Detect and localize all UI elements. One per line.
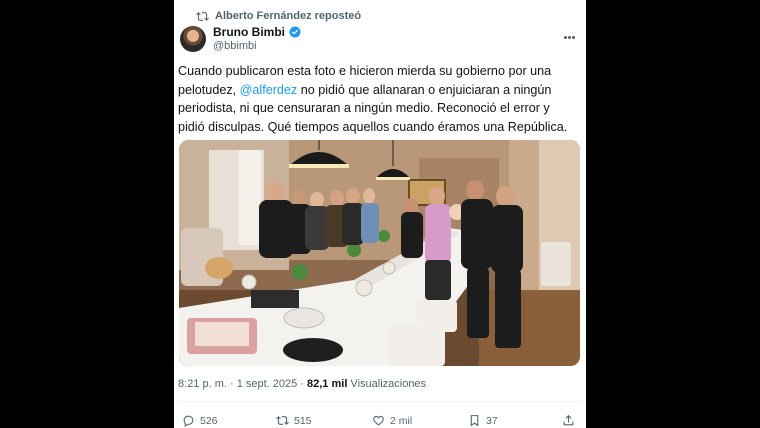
author-name[interactable]: Bruno Bimbi: [213, 25, 285, 39]
reply-count: 526: [200, 414, 218, 427]
photo-illustration: [179, 140, 580, 366]
left-letterbox: [0, 0, 174, 428]
mention-link[interactable]: @alferdez: [240, 83, 298, 97]
avatar[interactable]: [180, 26, 206, 52]
reply-icon: [183, 415, 194, 427]
repost-label: Alberto Fernández reposteó: [215, 10, 362, 22]
tweet-card: Alberto Fernández reposteó Bruno Bimbi @…: [174, 0, 586, 428]
divider: [178, 401, 582, 402]
timestamp[interactable]: 8:21 p. m. · 1 sept. 2025 ·: [178, 378, 307, 390]
more-options-icon[interactable]: [564, 26, 578, 39]
verified-badge-icon: [289, 26, 301, 38]
author-handle[interactable]: @bbimbi: [213, 40, 257, 52]
bookmark-count: 37: [486, 414, 498, 427]
action-bar: 526 515 2 mil 37: [174, 414, 586, 428]
repost-count: 515: [294, 414, 312, 427]
repost-icon: [276, 416, 289, 425]
like-button[interactable]: 2 mil: [372, 414, 412, 427]
share-button[interactable]: [562, 414, 575, 427]
heart-icon: [373, 415, 384, 426]
author-name-row[interactable]: Bruno Bimbi: [213, 25, 301, 39]
views-label: Visualizaciones: [347, 378, 427, 390]
repost-button[interactable]: 515: [276, 414, 312, 427]
share-icon: [563, 414, 574, 426]
repost-icon: [196, 11, 209, 21]
repost-indicator[interactable]: Alberto Fernández reposteó: [196, 8, 361, 24]
bookmark-icon: [470, 415, 479, 427]
like-count: 2 mil: [390, 414, 413, 427]
reply-button[interactable]: 526: [182, 414, 218, 427]
tweet-text: Cuando publicaron esta foto e hicieron m…: [178, 62, 574, 136]
views-count: 82,1 mil: [307, 378, 348, 390]
right-letterbox: [586, 0, 760, 428]
bookmark-button[interactable]: 37: [468, 414, 498, 427]
tweet-photo[interactable]: [179, 140, 580, 366]
tweet-metadata: 8:21 p. m. · 1 sept. 2025 · 82,1 mil Vis…: [178, 378, 426, 390]
